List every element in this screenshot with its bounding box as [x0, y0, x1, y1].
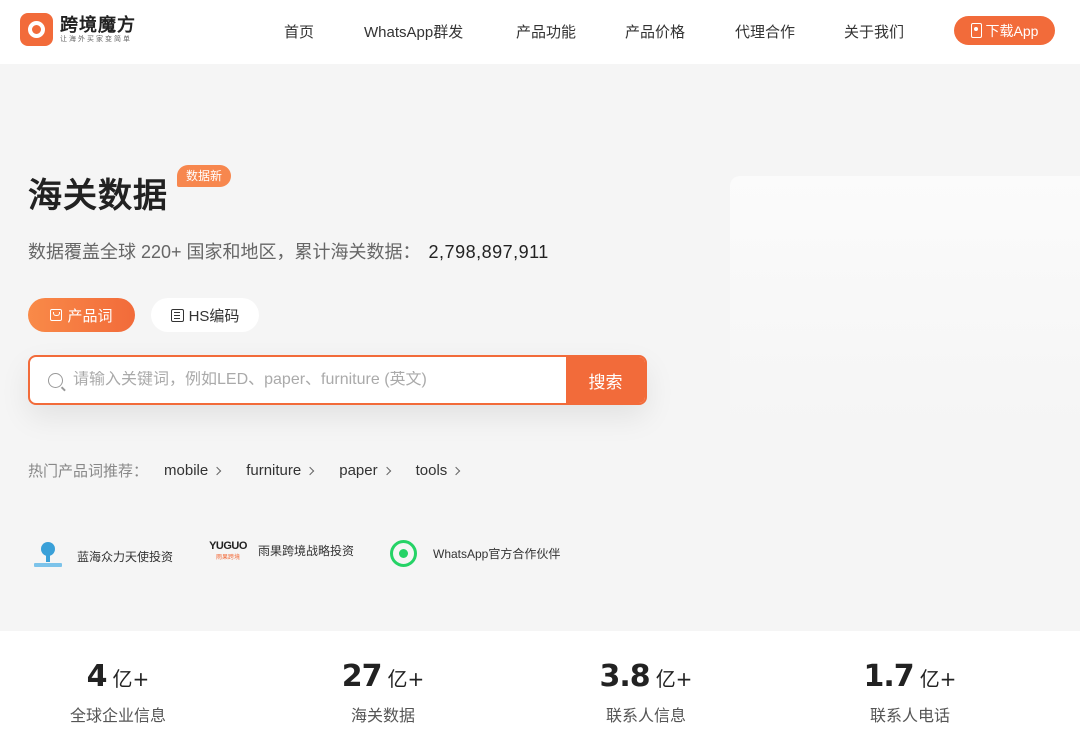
stat-contacts: 3.8 亿+ 联系人信息 — [546, 659, 746, 726]
partner-yuguo: YUGUO 雨果跨境 雨果跨境战略投资 — [208, 540, 354, 561]
search-input[interactable] — [73, 371, 566, 389]
stat-unit: 亿+ — [655, 667, 693, 691]
top-bar: 跨境魔方 让海外买家变简单 首页 WhatsApp群发 产品功能 产品价格 代理… — [0, 0, 1080, 64]
stat-companies: 4 亿+ 全球企业信息 — [18, 659, 218, 726]
customs-data-count: 2,798,897,911 — [428, 242, 549, 262]
chevron-right-icon — [382, 466, 391, 475]
search-icon — [48, 372, 63, 388]
stat-customs: 27 亿+ 海关数据 — [283, 659, 483, 726]
stat-number: 3.8 — [599, 659, 651, 694]
hot-keyword-text: tools — [415, 462, 448, 479]
site-logo[interactable]: 跨境魔方 让海外买家变简单 — [20, 13, 136, 46]
partner-lanhai-label: 蓝海众力天使投资 — [77, 549, 174, 564]
phone-icon — [970, 23, 982, 38]
nav-features[interactable]: 产品功能 — [516, 21, 576, 42]
tab-hs-code[interactable]: HS编码 — [151, 298, 259, 332]
chevron-right-icon — [212, 466, 222, 475]
hot-keyword-mobile[interactable]: mobile — [164, 462, 222, 479]
stat-number: 27 — [341, 659, 383, 694]
partner-whatsapp-label: WhatsApp官方合作伙伴 — [433, 547, 561, 561]
stat-label: 联系人信息 — [605, 708, 686, 725]
nav-pricing[interactable]: 产品价格 — [625, 21, 685, 42]
tab-product-keyword-label: 产品词 — [67, 307, 113, 325]
stat-number: 4 — [86, 659, 108, 694]
stat-label: 海关数据 — [350, 708, 415, 725]
stat-phones: 1.7 亿+ 联系人电话 — [810, 659, 1010, 726]
stat-value: 27 亿+ — [283, 659, 483, 694]
nav-partnership[interactable]: 代理合作 — [735, 21, 795, 42]
hot-keyword-text: mobile — [164, 462, 209, 479]
hot-keywords: 热门产品词推荐： mobile furniture paper tools — [28, 460, 461, 481]
hot-keyword-furniture[interactable]: furniture — [246, 462, 315, 479]
yuguo-logo-icon: YUGUO 雨果跨境 — [208, 540, 248, 561]
stat-unit: 亿+ — [387, 667, 425, 691]
logo-mark-icon — [20, 13, 53, 46]
download-app-button[interactable]: 下载App — [954, 16, 1055, 45]
stat-value: 4 亿+ — [18, 659, 218, 694]
hero-subtitle: 数据覆盖全球 220+ 国家和地区，累计海关数据： 2,798,897,911 — [28, 238, 549, 264]
logo-slogan: 让海外买家变简单 — [60, 35, 132, 43]
new-badge: 数据新 — [177, 165, 232, 187]
partner-lanhai: 蓝海众力天使投资 — [31, 540, 173, 572]
whatsapp-icon — [390, 540, 417, 567]
hot-keyword-tools[interactable]: tools — [415, 462, 461, 479]
partners-row: 蓝海众力天使投资 YUGUO 雨果跨境 雨果跨境战略投资 WhatsApp官方合… — [0, 540, 700, 574]
stat-value: 1.7 亿+ — [810, 659, 1010, 694]
search-button[interactable]: 搜索 — [566, 357, 645, 403]
hot-keyword-paper[interactable]: paper — [339, 462, 391, 479]
page-title: 海关数据 — [28, 177, 168, 215]
stat-value: 3.8 亿+ — [546, 659, 746, 694]
stat-label: 全球企业信息 — [69, 708, 166, 725]
stat-label: 联系人电话 — [869, 708, 950, 725]
hero-decoration — [730, 176, 1080, 426]
tab-hs-code-label: HS编码 — [188, 307, 240, 325]
hot-keyword-text: furniture — [246, 462, 302, 479]
search-field — [30, 357, 566, 403]
hot-keyword-text: paper — [339, 462, 378, 479]
stat-unit: 亿+ — [112, 667, 150, 691]
nav-about[interactable]: 关于我们 — [844, 21, 904, 42]
nav-whatsapp-bulk[interactable]: WhatsApp群发 — [364, 21, 463, 42]
stat-number: 1.7 — [863, 659, 915, 694]
partner-whatsapp: WhatsApp官方合作伙伴 — [390, 540, 560, 567]
nav-home[interactable]: 首页 — [284, 21, 314, 42]
download-app-label: 下载App — [985, 22, 1039, 39]
bag-icon — [50, 309, 63, 321]
partner-yuguo-label: 雨果跨境战略投资 — [258, 544, 355, 558]
yuguo-logo-subtext: 雨果跨境 — [215, 555, 240, 561]
tab-product-keyword[interactable]: 产品词 — [28, 298, 135, 332]
search-bar: 搜索 — [28, 355, 647, 405]
stat-unit: 亿+ — [919, 667, 957, 691]
hs-code-icon — [170, 308, 184, 322]
chevron-right-icon — [452, 466, 461, 475]
yuguo-logo-text: YUGUO — [209, 540, 247, 552]
chevron-right-icon — [305, 466, 315, 475]
lanhai-logo-icon — [31, 540, 65, 572]
stats-section: 4 亿+ 全球企业信息 27 亿+ 海关数据 3.8 亿+ 联系人信息 1.7 亿+ 联… — [0, 631, 1080, 746]
hot-keywords-label: 热门产品词推荐： — [28, 463, 149, 480]
subtitle-text: 数据覆盖全球 220+ 国家和地区，累计海关数据： — [28, 242, 421, 262]
logo-name: 跨境魔方 — [60, 14, 136, 35]
